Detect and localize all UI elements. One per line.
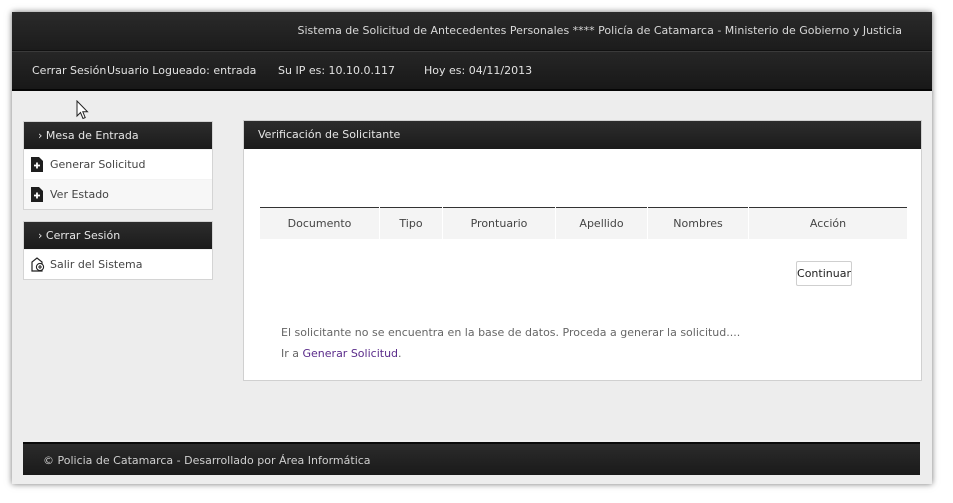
panel-title: Verificación de Solicitante bbox=[244, 121, 921, 149]
footer-text: © Policia de Catamarca - Desarrollado po… bbox=[43, 454, 371, 467]
column-header: Acción bbox=[748, 207, 908, 239]
sidebar-item-label: Generar Solicitud bbox=[50, 158, 146, 171]
current-date: Hoy es: 04/11/2013 bbox=[424, 64, 533, 77]
applicant-table: Documento Tipo Prontuario Apellido Nombr… bbox=[260, 207, 908, 239]
column-header: Nombres bbox=[647, 207, 749, 239]
continue-button[interactable]: Continuar bbox=[796, 261, 852, 286]
app-window: Sistema de Solicitud de Antecedentes Per… bbox=[12, 12, 932, 484]
column-header: Apellido bbox=[555, 207, 648, 239]
site-title: Sistema de Solicitud de Antecedentes Per… bbox=[297, 24, 903, 37]
column-header: Prontuario bbox=[442, 207, 556, 239]
exit-icon bbox=[31, 257, 45, 272]
goto-line: Ir a Generar Solicitud. bbox=[281, 347, 402, 360]
footer-bar: © Policia de Catamarca - Desarrollado po… bbox=[23, 442, 920, 475]
sidebar-item-generar-solicitud[interactable]: Generar Solicitud bbox=[24, 149, 212, 179]
panel-title: › Mesa de Entrada bbox=[24, 122, 212, 149]
logout-link[interactable]: Cerrar Sesión bbox=[32, 64, 106, 77]
column-header: Tipo bbox=[379, 207, 443, 239]
cerrar-sesion-panel: › Cerrar Sesión Salir del Sistema bbox=[23, 221, 213, 280]
ip-address: Su IP es: 10.10.0.117 bbox=[278, 64, 396, 77]
verification-panel: Verificación de Solicitante Documento Ti… bbox=[243, 120, 922, 381]
mesa-de-entrada-panel: › Mesa de Entrada Generar Solicitud Ver … bbox=[23, 121, 213, 210]
goto-suffix: . bbox=[398, 347, 402, 360]
not-found-message: El solicitante no se encuentra en la bas… bbox=[281, 326, 741, 339]
column-header: Documento bbox=[260, 207, 380, 239]
add-document-icon bbox=[31, 157, 43, 172]
panel-title: › Cerrar Sesión bbox=[24, 222, 212, 249]
add-document-icon bbox=[31, 187, 43, 202]
top-header-bar: Sistema de Solicitud de Antecedentes Per… bbox=[12, 12, 932, 51]
sidebar-item-label: Salir del Sistema bbox=[50, 258, 143, 271]
sidebar-item-label: Ver Estado bbox=[50, 188, 109, 201]
sidebar-item-ver-estado[interactable]: Ver Estado bbox=[24, 179, 212, 209]
logged-user: Usuario Logueado: entrada bbox=[107, 64, 257, 77]
table-header-row: Documento Tipo Prontuario Apellido Nombr… bbox=[260, 207, 908, 239]
goto-prefix: Ir a bbox=[281, 347, 300, 360]
mouse-cursor-icon bbox=[76, 100, 89, 120]
generar-solicitud-link[interactable]: Generar Solicitud bbox=[303, 347, 399, 360]
session-info-bar: Cerrar Sesión Usuario Logueado: entrada … bbox=[12, 51, 932, 91]
sidebar-item-salir-del-sistema[interactable]: Salir del Sistema bbox=[24, 249, 212, 279]
